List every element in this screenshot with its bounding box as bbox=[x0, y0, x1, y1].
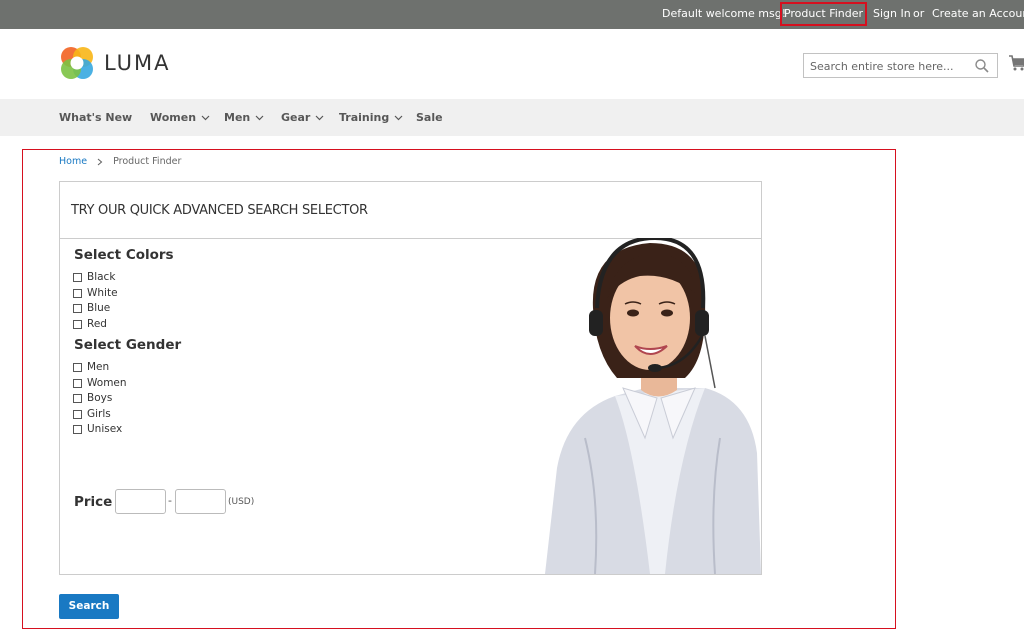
store-search bbox=[803, 53, 998, 78]
logo-text[interactable]: LUMA bbox=[104, 51, 171, 75]
main-navigation: What's New Women Men Gear Training Sale bbox=[0, 99, 1024, 136]
nav-item-gear[interactable]: Gear bbox=[281, 111, 324, 124]
checkbox[interactable] bbox=[73, 378, 82, 388]
nav-item-women[interactable]: Women bbox=[150, 111, 210, 124]
checkbox-label: Unisex bbox=[87, 423, 123, 435]
checkbox-label: Men bbox=[87, 361, 110, 373]
nav-item-whats-new[interactable]: What's New bbox=[59, 111, 132, 124]
nav-item-training[interactable]: Training bbox=[339, 111, 403, 124]
checkbox-label: Girls bbox=[87, 408, 111, 420]
checkbox-label: Boys bbox=[87, 392, 113, 404]
nav-item-label: Men bbox=[224, 111, 251, 124]
chevron-down-icon bbox=[394, 115, 403, 120]
nav-item-label: Sale bbox=[416, 111, 443, 124]
checkbox-label: Women bbox=[87, 377, 127, 389]
chevron-down-icon bbox=[255, 115, 264, 120]
gender-section-title: Select Gender bbox=[74, 337, 182, 353]
nav-item-sale[interactable]: Sale bbox=[416, 111, 443, 124]
checkbox[interactable] bbox=[73, 409, 82, 419]
chevron-down-icon bbox=[201, 115, 210, 120]
search-input[interactable] bbox=[810, 57, 970, 75]
checkbox-label: Blue bbox=[87, 302, 111, 314]
price-max-input[interactable] bbox=[175, 489, 226, 514]
checkbox[interactable] bbox=[73, 288, 82, 298]
breadcrumb-current: Product Finder bbox=[113, 156, 182, 167]
panel-header: TRY OUR QUICK ADVANCED SEARCH SELECTOR bbox=[60, 182, 761, 239]
checkbox-label: Black bbox=[87, 271, 116, 283]
checkbox[interactable] bbox=[73, 319, 82, 329]
price-separator: - bbox=[168, 494, 172, 507]
nav-item-men[interactable]: Men bbox=[224, 111, 264, 124]
color-checkbox-red[interactable]: Red bbox=[73, 318, 107, 330]
gender-checkbox-girls[interactable]: Girls bbox=[73, 408, 111, 420]
or-separator: or bbox=[913, 7, 925, 20]
search-icon[interactable] bbox=[974, 58, 990, 74]
search-button[interactable]: Search bbox=[59, 594, 119, 619]
product-finder-link[interactable]: Product Finder bbox=[780, 2, 867, 26]
breadcrumb: Home Product Finder bbox=[59, 156, 181, 167]
welcome-message: Default welcome msg! bbox=[662, 7, 787, 20]
price-label: Price bbox=[74, 494, 113, 510]
luma-logo-icon[interactable] bbox=[59, 45, 95, 81]
color-checkbox-blue[interactable]: Blue bbox=[73, 302, 110, 314]
checkbox-label: Red bbox=[87, 318, 107, 330]
nav-item-label: Gear bbox=[281, 111, 311, 124]
gender-checkbox-women[interactable]: Women bbox=[73, 377, 127, 389]
price-min-input[interactable] bbox=[115, 489, 166, 514]
checkbox[interactable] bbox=[73, 362, 82, 372]
chevron-down-icon bbox=[315, 115, 324, 120]
color-checkbox-black[interactable]: Black bbox=[73, 271, 115, 283]
checkbox[interactable] bbox=[73, 424, 82, 434]
checkbox-label: White bbox=[87, 287, 118, 299]
checkbox[interactable] bbox=[73, 272, 82, 282]
nav-item-label: What's New bbox=[59, 111, 133, 124]
sign-in-link[interactable]: Sign In bbox=[873, 7, 911, 20]
gender-checkbox-unisex[interactable]: Unisex bbox=[73, 423, 122, 435]
colors-section-title: Select Colors bbox=[74, 247, 174, 263]
color-checkbox-white[interactable]: White bbox=[73, 287, 118, 299]
currency-label: (USD) bbox=[228, 497, 255, 507]
checkbox[interactable] bbox=[73, 303, 82, 313]
gender-checkbox-boys[interactable]: Boys bbox=[73, 392, 112, 404]
breadcrumb-home-link[interactable]: Home bbox=[59, 156, 87, 167]
nav-item-label: Women bbox=[150, 111, 197, 124]
create-account-link[interactable]: Create an Account bbox=[932, 7, 1024, 20]
gender-checkbox-men[interactable]: Men bbox=[73, 361, 109, 373]
top-header-bar: Default welcome msg! Product Finder Sign… bbox=[0, 0, 1024, 29]
panel-title: TRY OUR QUICK ADVANCED SEARCH SELECTOR bbox=[71, 203, 368, 218]
support-agent-image bbox=[545, 238, 761, 574]
checkbox[interactable] bbox=[73, 393, 82, 403]
chevron-right-icon bbox=[97, 158, 103, 165]
cart-icon[interactable] bbox=[1008, 54, 1024, 72]
nav-item-label: Training bbox=[339, 111, 390, 124]
